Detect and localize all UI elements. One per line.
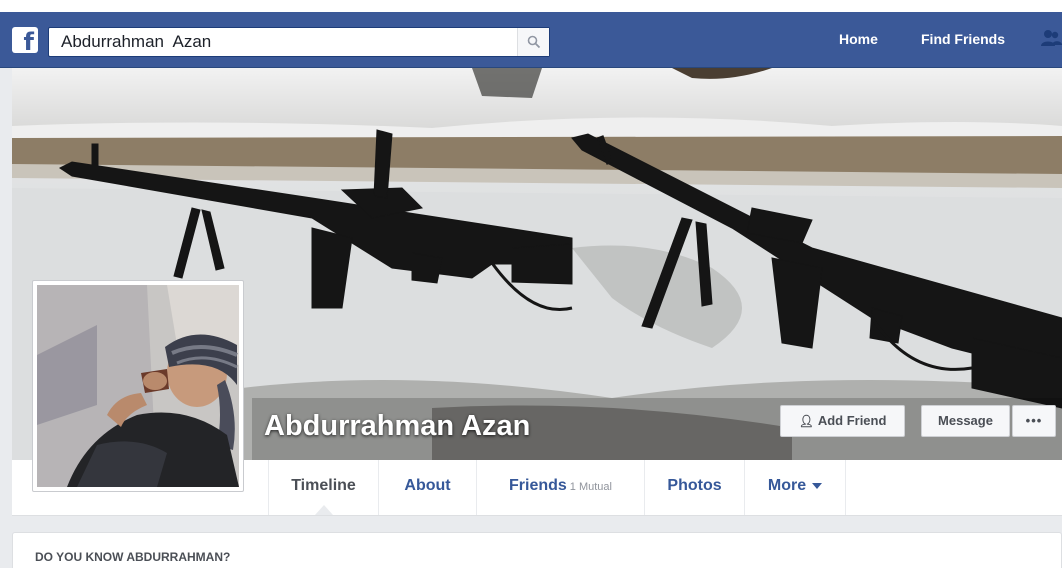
- search-icon: [527, 35, 541, 49]
- tab-more-label: More: [767, 477, 807, 494]
- blue-header: f Home Find Friends: [0, 12, 1062, 68]
- more-options-button[interactable]: •••: [1012, 405, 1056, 437]
- top-bar: f Home Find Friends: [0, 0, 1062, 68]
- tab-about-label: About: [404, 477, 451, 494]
- mutual-friends-count: 1 Mutual: [569, 481, 612, 493]
- search-button[interactable]: [517, 28, 549, 56]
- friend-requests-icon[interactable]: [1040, 28, 1062, 48]
- tab-friends[interactable]: Friends 1 Mutual: [476, 460, 644, 515]
- add-friend-button[interactable]: 👤︎ Add Friend: [780, 405, 905, 437]
- search-box: [48, 27, 550, 57]
- chevron-down-icon: [812, 482, 823, 489]
- tab-about[interactable]: About: [378, 460, 476, 515]
- tab-more[interactable]: More: [744, 460, 846, 515]
- nav-find-friends-link[interactable]: Find Friends: [921, 31, 1005, 47]
- message-button[interactable]: Message: [921, 405, 1010, 437]
- tab-photos[interactable]: Photos: [644, 460, 744, 515]
- tab-photos-label: Photos: [667, 477, 722, 494]
- add-friend-icon: 👤︎: [798, 414, 814, 428]
- profile-photo: [37, 285, 239, 487]
- tab-timeline-label: Timeline: [291, 477, 356, 494]
- search-input[interactable]: [49, 28, 519, 56]
- do-you-know-card: DO YOU KNOW ABDURRAHMAN?: [12, 532, 1062, 568]
- more-options-label: •••: [1025, 413, 1043, 428]
- facebook-f-icon[interactable]: f: [12, 27, 38, 53]
- add-friend-label: Add Friend: [817, 413, 887, 428]
- profile-picture[interactable]: [32, 280, 244, 492]
- message-label: Message: [938, 413, 993, 428]
- tab-friends-label: Friends: [509, 477, 567, 494]
- active-tab-indicator: [315, 505, 333, 515]
- profile-name[interactable]: Abdurrahman Azan: [264, 410, 530, 443]
- do-you-know-title: DO YOU KNOW ABDURRAHMAN?: [35, 550, 231, 564]
- nav-home-link[interactable]: Home: [839, 31, 878, 47]
